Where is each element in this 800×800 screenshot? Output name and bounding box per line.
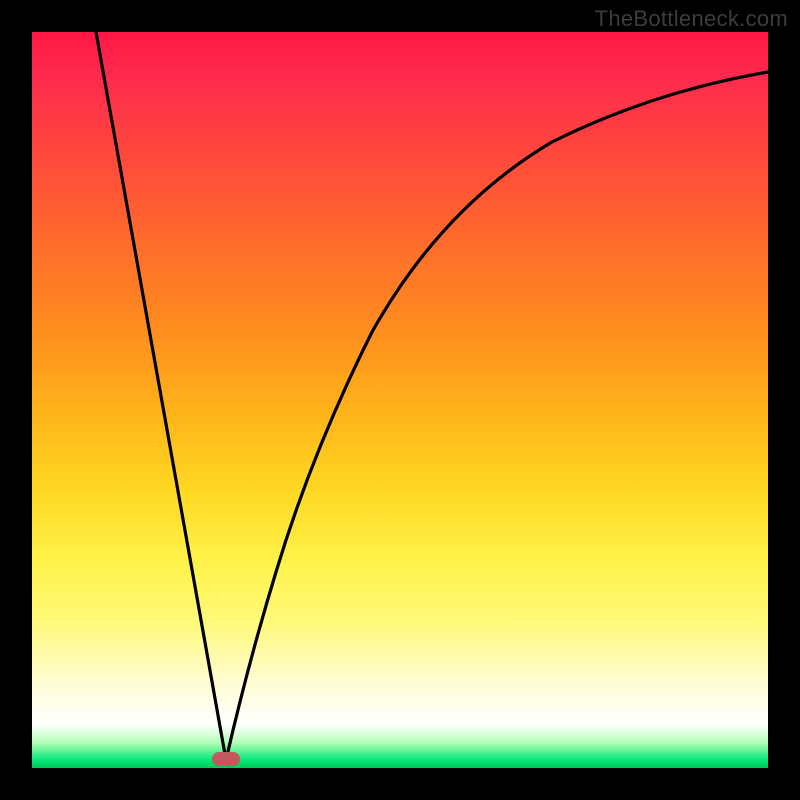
plot-area [32,32,768,768]
bottleneck-curve [32,32,768,768]
watermark-text: TheBottleneck.com [595,6,788,32]
curve-right-branch [226,72,768,760]
curve-left-branch [96,32,226,760]
chart-frame: TheBottleneck.com [0,0,800,800]
apex-marker [212,752,240,766]
